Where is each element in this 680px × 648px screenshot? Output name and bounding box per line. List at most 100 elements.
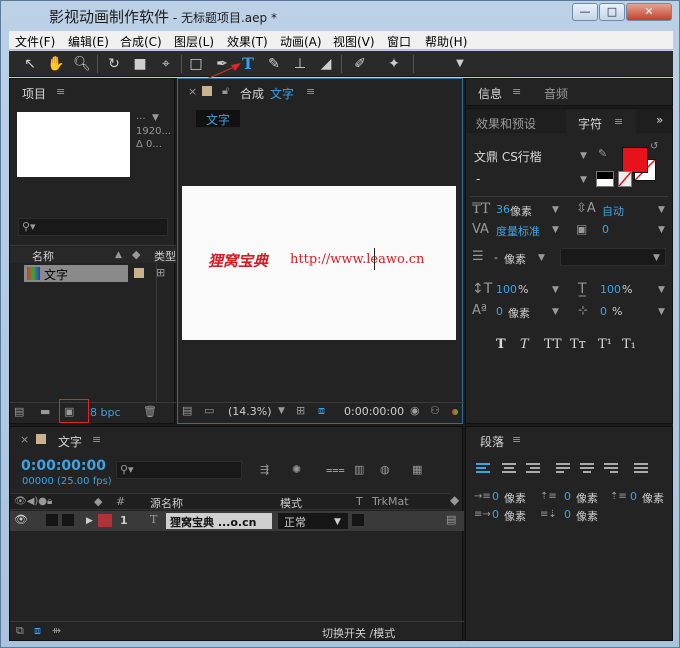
effects-presets-tab[interactable]: 效果和预设 bbox=[476, 115, 536, 132]
leading-value[interactable]: 自动 bbox=[602, 203, 624, 219]
transparency-grid-icon[interactable]: ⧈ bbox=[318, 404, 325, 418]
composition-menu-icon[interactable]: ≡ bbox=[306, 85, 315, 98]
space-after-value[interactable]: 0 bbox=[564, 508, 571, 521]
close-button[interactable]: ✕ bbox=[626, 3, 672, 21]
faux-bold-button[interactable]: T bbox=[496, 337, 506, 352]
menu-help[interactable]: 帮助(H) bbox=[425, 33, 467, 50]
comp-mini-flowchart-icon[interactable]: ⇶ bbox=[260, 463, 269, 476]
project-menu-icon[interactable]: ≡ bbox=[56, 85, 65, 98]
stretch-icon[interactable]: ⇻ bbox=[52, 624, 61, 637]
justify-last-right-icon[interactable] bbox=[604, 463, 618, 475]
bit-depth-button[interactable]: 8 bpc bbox=[90, 406, 121, 419]
project-item-row[interactable]: 文字 bbox=[24, 265, 128, 282]
project-tab[interactable]: 项目 bbox=[22, 85, 46, 102]
composition-tab-name[interactable]: 文字 bbox=[270, 85, 294, 102]
layer-label-swatch[interactable] bbox=[98, 514, 112, 527]
delete-icon[interactable]: 🗑︎ bbox=[143, 405, 157, 418]
monitor-icon[interactable]: ▭ bbox=[204, 404, 214, 417]
chevron-down-icon[interactable]: ▼ bbox=[552, 225, 559, 235]
brush-tool-icon[interactable]: ✎ bbox=[263, 54, 285, 74]
align-right-icon[interactable] bbox=[526, 463, 540, 475]
subscript-button[interactable]: T₁ bbox=[622, 337, 636, 352]
paragraph-menu-icon[interactable]: ≡ bbox=[512, 433, 521, 446]
chevron-down-icon[interactable]: ▼ bbox=[552, 285, 559, 295]
info-menu-icon[interactable]: ≡ bbox=[512, 85, 521, 98]
fill-color-front[interactable] bbox=[622, 147, 648, 173]
puppet-tool-icon[interactable]: ✦ bbox=[383, 54, 405, 74]
font-style-select[interactable]: - ▼ bbox=[472, 171, 592, 189]
close-tab-icon[interactable]: × bbox=[20, 433, 29, 446]
justify-all-icon[interactable] bbox=[634, 463, 648, 475]
menu-window[interactable]: 窗口 bbox=[387, 33, 411, 50]
menu-layer[interactable]: 图层(L) bbox=[174, 33, 214, 50]
no-fill-icon[interactable] bbox=[618, 171, 632, 187]
composition-tab-label[interactable]: 合成 bbox=[240, 85, 264, 102]
motion-blur-icon[interactable]: ◍ bbox=[380, 463, 390, 476]
all-caps-button[interactable]: TT bbox=[544, 337, 562, 352]
channel-icon[interactable]: ⚇ bbox=[430, 404, 440, 417]
panel-expand-icon[interactable]: » bbox=[656, 113, 663, 127]
eyedropper-icon[interactable]: ✎ bbox=[598, 147, 607, 160]
chevron-down-icon[interactable]: ▼ bbox=[658, 307, 665, 317]
label-color-swatch[interactable] bbox=[134, 268, 144, 278]
always-preview-icon[interactable]: ▤ bbox=[182, 404, 192, 417]
align-center-icon[interactable] bbox=[502, 463, 516, 475]
character-tab[interactable]: 字符 bbox=[578, 115, 602, 132]
chevron-down-icon[interactable]: ▼ bbox=[658, 225, 665, 235]
comp-timecode[interactable]: 0:00:00:00 bbox=[344, 405, 404, 418]
color-channel-icon[interactable] bbox=[452, 409, 458, 415]
zoom-dropdown-icon[interactable]: ▼ bbox=[278, 406, 285, 416]
visibility-eye-icon[interactable]: 👁︎ bbox=[14, 513, 28, 526]
project-search-input[interactable]: ⚲▾ bbox=[18, 218, 168, 236]
type-column-header[interactable]: 类型 bbox=[154, 248, 176, 264]
swap-colors-icon[interactable]: ↺ bbox=[650, 141, 658, 152]
chevron-down-icon[interactable]: ▼ bbox=[552, 307, 559, 317]
horizontal-scale-value[interactable]: 100 bbox=[600, 283, 621, 296]
baseline-shift-value[interactable]: 0 bbox=[496, 305, 503, 318]
paragraph-tab[interactable]: 段落 bbox=[480, 433, 504, 450]
font-family-select[interactable]: 文鼎 CS行楷 ▼ bbox=[472, 147, 592, 165]
frame-blending-icon[interactable]: ▥ bbox=[354, 463, 364, 476]
stroke-width-value[interactable]: - bbox=[494, 251, 498, 264]
layer-bar-handle-icon[interactable]: ▤ bbox=[446, 513, 456, 526]
workspace-dropdown-icon[interactable]: ▼ bbox=[449, 54, 471, 74]
menu-file[interactable]: 文件(F) bbox=[15, 33, 55, 50]
justify-last-center-icon[interactable] bbox=[580, 463, 594, 475]
sort-up-icon[interactable]: ▲ bbox=[115, 250, 122, 260]
composition-breadcrumb[interactable]: 文字 bbox=[196, 110, 240, 127]
menu-animation[interactable]: 动画(A) bbox=[280, 33, 322, 50]
character-menu-icon[interactable]: ≡ bbox=[614, 115, 623, 128]
source-name-header[interactable]: 源名称 bbox=[150, 495, 183, 511]
menu-effect[interactable]: 效果(T) bbox=[227, 33, 268, 50]
chevron-down-icon[interactable]: ▼ bbox=[658, 205, 665, 215]
layer-switches-icon[interactable]: ⧉ bbox=[16, 624, 24, 638]
menu-composition[interactable]: 合成(C) bbox=[120, 33, 162, 50]
preserve-transparency-toggle[interactable] bbox=[352, 514, 364, 526]
snapshot-icon[interactable]: ◉ bbox=[410, 404, 420, 417]
timeline-navigator-icon[interactable]: ◆ bbox=[450, 493, 459, 507]
timeline-tab[interactable]: 文字 bbox=[58, 433, 82, 450]
thumbnail-menu-icon[interactable]: ▼ bbox=[152, 113, 159, 123]
selection-tool-icon[interactable]: ↖ bbox=[19, 54, 41, 74]
small-caps-button[interactable]: Tт bbox=[570, 337, 586, 352]
solo-toggle[interactable] bbox=[46, 514, 58, 526]
kerning-value[interactable]: 度量标准 bbox=[496, 223, 540, 239]
default-colors-icon[interactable] bbox=[596, 171, 614, 187]
title-bar[interactable]: 影视动画制作软件 - 无标题项目.aep * — □ ✕ bbox=[1, 1, 679, 29]
stroke-style-select[interactable]: ▼ bbox=[560, 248, 666, 266]
space-before-value[interactable]: 0 bbox=[492, 508, 499, 521]
indent-right-value[interactable]: 0 bbox=[564, 490, 571, 503]
timeline-search-input[interactable]: ⚲▾ bbox=[116, 461, 242, 479]
justify-last-left-icon[interactable] bbox=[556, 463, 570, 475]
timeline-timecode[interactable]: 0:00:00:00 bbox=[21, 458, 106, 474]
align-left-icon[interactable] bbox=[476, 463, 490, 475]
label-column-icon[interactable]: ◆ bbox=[132, 248, 140, 261]
faux-italic-button[interactable]: T bbox=[520, 337, 529, 352]
shy-layers-icon[interactable]: ⩶ bbox=[326, 463, 345, 477]
eraser-tool-icon[interactable]: ◢ bbox=[315, 54, 337, 74]
menu-edit[interactable]: 编辑(E) bbox=[68, 33, 109, 50]
layer-mode-select[interactable]: 正常 ▼ bbox=[278, 513, 348, 529]
new-folder-icon[interactable]: ▬ bbox=[40, 405, 50, 418]
rotation-tool-icon[interactable]: ↻ bbox=[103, 54, 125, 74]
camera-tool-icon[interactable]: ■ bbox=[129, 54, 151, 74]
